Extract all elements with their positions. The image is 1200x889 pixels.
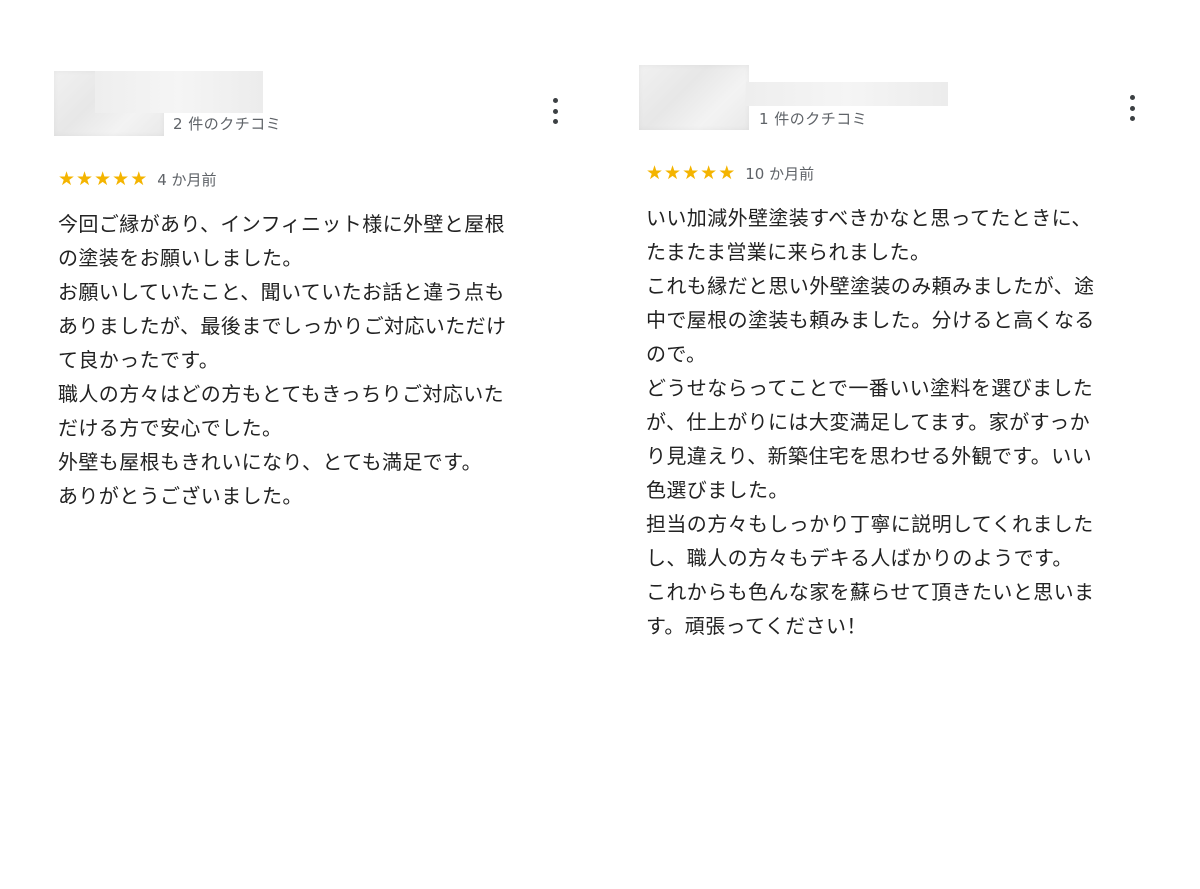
review-line: いい加減外壁塗装すべきかなと思ってたときに、 (646, 206, 1092, 230)
star-icon: ★ (58, 168, 76, 190)
review-card-1: 2 件のクチコミ ★ ★ ★ ★ ★ 4 か月前 今回ご縁があり、インフィニット… (0, 0, 600, 889)
star-icon: ★ (700, 162, 718, 184)
review-line: 外壁も屋根もきれいになり、とても満足です。 (58, 450, 482, 474)
review-line: 中で屋根の塗装も頼みました。分けると高くなる (646, 308, 1095, 332)
review-date: 4 か月前 (157, 171, 217, 189)
review-line: これからも色んな家を蘇らせて頂きたいと思いま (646, 580, 1095, 604)
review-line: て良かったです。 (58, 348, 220, 372)
review-line: ありましたが、最後までしっかりご対応いただけ (58, 314, 507, 338)
review-line: の塗装をお願いしました。 (58, 246, 303, 270)
review-count: 2 件のクチコミ (173, 115, 282, 133)
review-body: 今回ご縁があり、インフィニット様に外壁と屋根 の塗装をお願いしました。 お願いし… (58, 207, 506, 513)
reviewer-avatar-redacted (639, 65, 749, 130)
review-line: お願いしていたこと、聞いていたお話と違う点も (58, 280, 505, 304)
star-icon: ★ (112, 168, 130, 190)
review-line: 色選びました。 (646, 478, 789, 502)
review-line: 今回ご縁があり、インフィニット様に外壁と屋根 (58, 212, 505, 236)
star-icon: ★ (664, 162, 682, 184)
review-line: だける方で安心でした。 (58, 416, 283, 440)
reviewer-name-redacted (95, 71, 263, 113)
review-line: どうせならってことで一番いい塗料を選びました (646, 376, 1094, 400)
review-line: ありがとうございました。 (58, 484, 303, 508)
star-rating: ★ ★ ★ ★ ★ (646, 164, 735, 183)
review-line: ので。 (646, 342, 707, 366)
review-line: し、職人の方々もデキる人ばかりのようです。 (646, 546, 1073, 570)
more-vert-icon[interactable] (550, 98, 560, 124)
star-icon: ★ (682, 162, 700, 184)
star-icon: ★ (94, 168, 112, 190)
more-vert-icon[interactable] (1127, 95, 1137, 121)
star-icon: ★ (718, 162, 736, 184)
review-card-2: 1 件のクチコミ ★ ★ ★ ★ ★ 10 か月前 いい加減外壁塗装すべきかなと… (586, 0, 1200, 889)
review-line: 担当の方々もしっかり丁寧に説明してくれました (646, 512, 1094, 536)
star-icon: ★ (76, 168, 94, 190)
review-line: 職人の方々はどの方もとてもきっちりご対応いた (58, 382, 504, 406)
review-count: 1 件のクチコミ (759, 110, 868, 128)
review-line: たまたま営業に来られました。 (646, 240, 931, 264)
review-line: が、仕上がりには大変満足してます。家がすっか (646, 410, 1090, 434)
star-icon: ★ (646, 162, 664, 184)
review-body: いい加減外壁塗装すべきかなと思ってたときに、 たまたま営業に来られました。 これ… (646, 201, 1095, 643)
rating-row: ★ ★ ★ ★ ★ 10 か月前 (646, 163, 814, 184)
reviewer-name-redacted (746, 82, 948, 106)
star-rating: ★ ★ ★ ★ ★ (58, 170, 147, 189)
review-date: 10 か月前 (745, 165, 815, 183)
review-line: り見違えり、新築住宅を思わせる外観です。いい (646, 444, 1092, 468)
star-icon: ★ (130, 168, 148, 190)
rating-row: ★ ★ ★ ★ ★ 4 か月前 (58, 169, 217, 190)
review-line: これも縁だと思い外壁塗装のみ頼みましたが、途 (646, 274, 1095, 298)
review-line: す。頑張ってください！ (646, 614, 867, 638)
